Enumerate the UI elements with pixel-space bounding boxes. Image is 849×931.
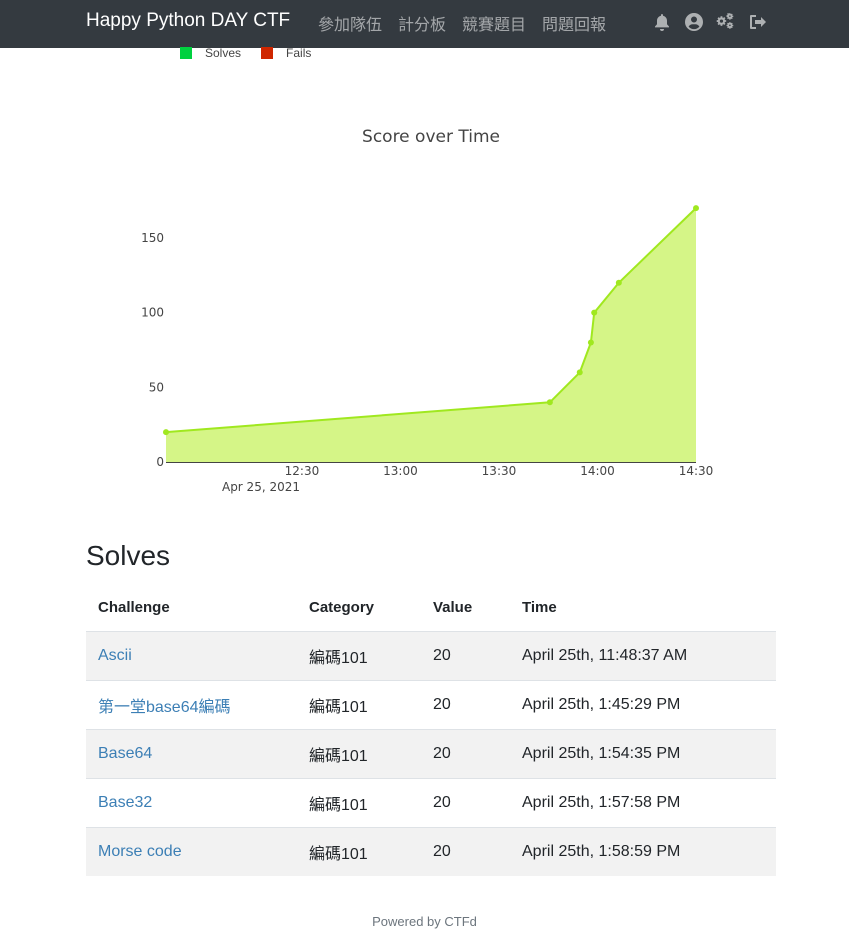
navbar: Happy Python DAY CTF 參加隊伍 計分板 競賽題目 問題回報 [0, 0, 849, 48]
challenge-cell: Base64 [86, 729, 297, 779]
footer-powered-by[interactable]: Powered by CTFd [0, 914, 849, 929]
sign-out-icon[interactable] [748, 12, 768, 32]
legend-swatch-fails [261, 47, 274, 59]
x-tick-label: 13:30 [482, 464, 517, 478]
nav-icons [652, 12, 768, 32]
table-row: Morse code 編碼101 20 April 25th, 1:58:59 … [86, 827, 776, 876]
time-cell: April 25th, 1:58:59 PM [510, 827, 776, 876]
legend-label-fails: Fails [286, 46, 312, 60]
legend-swatch-solves [180, 47, 192, 59]
x-tick-label: 14:30 [679, 464, 714, 478]
column-header-time: Time [510, 583, 776, 632]
challenge-cell: Ascii [86, 631, 297, 681]
time-cell: April 25th, 1:45:29 PM [510, 680, 776, 730]
time-cell: April 25th, 11:48:37 AM [510, 631, 776, 681]
y-tick-label: 100 [141, 306, 164, 320]
table-header-row: Challenge Category Value Time [86, 583, 776, 632]
challenge-cell: Morse code [86, 827, 297, 876]
x-tick-label: 12:30 [285, 464, 320, 478]
solves-table: Challenge Category Value Time Ascii 編碼10… [86, 583, 776, 876]
x-tick-label: 13:00 [383, 464, 418, 478]
brand-title[interactable]: Happy Python DAY CTF [86, 10, 290, 32]
table-row: Base64 編碼101 20 April 25th, 1:54:35 PM [86, 729, 776, 779]
value-cell: 20 [421, 729, 510, 779]
x-axis: 12:30 13:00 13:30 14:00 14:30 [285, 464, 714, 478]
legend-item-fails[interactable]: Fails [261, 46, 311, 60]
score-point [587, 339, 594, 346]
score-point [591, 309, 598, 316]
value-cell: 20 [421, 778, 510, 828]
legend-item-solves[interactable]: Solves [180, 46, 241, 60]
score-point [163, 429, 169, 436]
y-axis: 0 50 100 150 [141, 231, 164, 469]
cogs-icon[interactable] [716, 12, 736, 32]
category-cell: 編碼101 [297, 631, 421, 681]
nav-link-challenges[interactable]: 競賽題目 [462, 11, 526, 35]
x-date-label: Apr 25, 2021 [222, 480, 300, 494]
category-cell: 編碼101 [297, 680, 421, 730]
nav-links: 參加隊伍 計分板 競賽題目 問題回報 [318, 11, 606, 35]
bell-icon[interactable] [652, 12, 672, 32]
challenge-cell: 第一堂base64編碼 [86, 680, 297, 730]
legend-label-solves: Solves [205, 46, 242, 60]
column-header-category: Category [297, 583, 421, 632]
score-area [166, 208, 696, 462]
category-cell: 編碼101 [297, 778, 421, 828]
time-cell: April 25th, 1:57:58 PM [510, 778, 776, 828]
chart-legend: Solves Fails [180, 46, 311, 60]
nav-link-report[interactable]: 問題回報 [542, 11, 606, 35]
category-cell: 編碼101 [297, 827, 421, 876]
challenge-link[interactable]: 第一堂base64編碼 [98, 699, 231, 716]
chart-title: Score over Time [362, 127, 500, 147]
value-cell: 20 [421, 827, 510, 876]
score-point [576, 369, 583, 376]
y-tick-label: 150 [141, 231, 164, 245]
challenge-link[interactable]: Base32 [98, 794, 152, 811]
nav-link-scoreboard[interactable]: 計分板 [398, 11, 446, 35]
table-row: Base32 編碼101 20 April 25th, 1:57:58 PM [86, 778, 776, 828]
column-header-value: Value [421, 583, 510, 632]
score-point [693, 205, 699, 212]
nav-link-teams[interactable]: 參加隊伍 [318, 11, 382, 35]
solves-heading: Solves [86, 540, 171, 571]
user-circle-icon[interactable] [684, 12, 704, 32]
y-tick-label: 0 [156, 455, 164, 469]
challenge-link[interactable]: Base64 [98, 745, 152, 762]
time-cell: April 25th, 1:54:35 PM [510, 729, 776, 779]
x-tick-label: 14:00 [580, 464, 615, 478]
y-tick-label: 50 [149, 380, 164, 394]
challenge-link[interactable]: Morse code [98, 843, 182, 860]
score-chart: Score over Time 0 50 100 150 12:30 13:00 13:3… [141, 127, 714, 494]
value-cell: 20 [421, 680, 510, 730]
table-row: 第一堂base64編碼 編碼101 20 April 25th, 1:45:29… [86, 680, 776, 730]
column-header-challenge: Challenge [86, 583, 297, 632]
value-cell: 20 [421, 631, 510, 681]
challenge-link[interactable]: Ascii [98, 647, 132, 664]
category-cell: 編碼101 [297, 729, 421, 779]
score-point [546, 399, 553, 406]
table-row: Ascii 編碼101 20 April 25th, 11:48:37 AM [86, 631, 776, 681]
challenge-cell: Base32 [86, 778, 297, 828]
score-point [615, 279, 622, 286]
